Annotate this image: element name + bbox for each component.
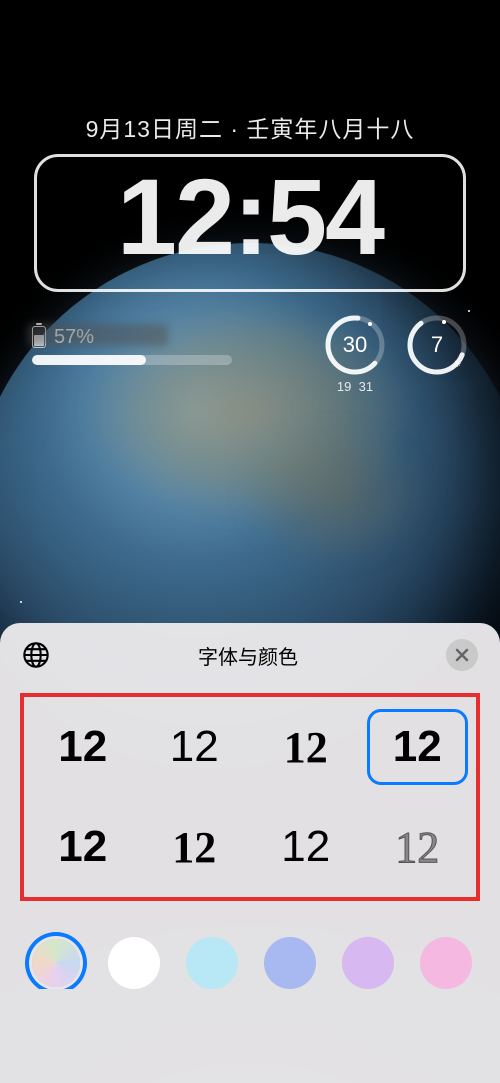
color-swatch-1[interactable] xyxy=(32,939,80,987)
battery-bar xyxy=(32,355,232,365)
globe-icon[interactable] xyxy=(22,641,50,669)
color-swatch-6[interactable] xyxy=(420,937,472,989)
font-option-5[interactable]: 12 xyxy=(32,809,134,885)
close-icon xyxy=(455,648,469,662)
font-option-8[interactable]: 12 xyxy=(367,809,469,885)
font-grid-highlight: 1212121212121212 xyxy=(20,693,480,901)
uv-indicator-dot xyxy=(442,320,446,324)
color-swatch-5[interactable] xyxy=(342,937,394,989)
font-color-sheet: 字体与颜色 1212121212121212 xyxy=(0,623,500,1083)
date-text[interactable]: 9月13日周二 · 壬寅年八月十八 xyxy=(32,110,468,144)
redacted-region xyxy=(28,324,168,346)
sun-icon: ☀ xyxy=(453,359,462,370)
font-option-2[interactable]: 12 xyxy=(144,709,246,785)
close-button[interactable] xyxy=(446,639,478,671)
uv-widget[interactable]: 7 ☀ xyxy=(406,314,468,376)
sheet-title: 字体与颜色 xyxy=(50,641,446,670)
font-option-6[interactable]: 12 xyxy=(144,809,246,885)
font-option-7[interactable]: 12 xyxy=(255,809,357,885)
weather-low: 19 xyxy=(337,379,351,394)
weather-high: 31 xyxy=(359,379,373,394)
color-swatch-2[interactable] xyxy=(108,937,160,989)
font-grid: 1212121212121212 xyxy=(32,709,468,885)
color-swatch-4[interactable] xyxy=(264,937,316,989)
color-swatch-3[interactable] xyxy=(186,937,238,989)
clock-time: 12:54 xyxy=(57,163,443,271)
font-option-4[interactable]: 12 xyxy=(367,709,469,785)
clock-widget[interactable]: 12:54 xyxy=(34,154,466,292)
weather-widget[interactable]: 30 19 31 xyxy=(324,314,386,376)
font-option-3[interactable]: 12 xyxy=(255,709,357,785)
font-option-1[interactable]: 12 xyxy=(32,709,134,785)
color-row xyxy=(0,909,500,989)
weather-indicator-dot xyxy=(368,322,372,326)
